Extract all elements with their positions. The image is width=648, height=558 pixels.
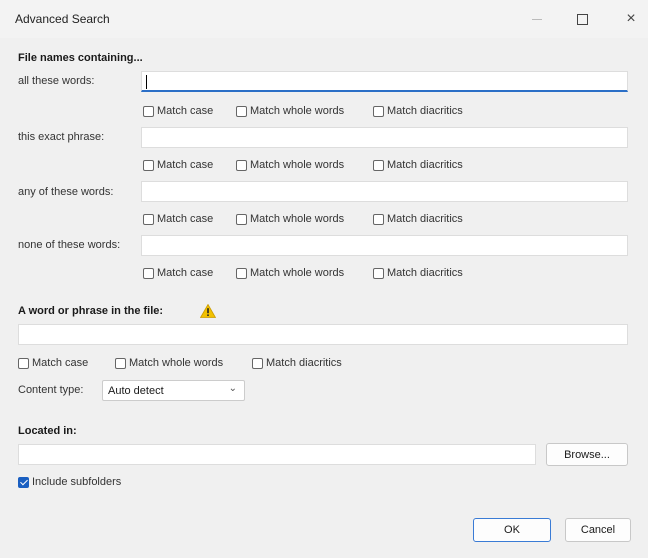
all-words-input[interactable] bbox=[141, 71, 628, 92]
any-words-match-whole-words[interactable]: Match whole words bbox=[236, 211, 344, 227]
close-icon: × bbox=[626, 10, 636, 27]
maximize-icon bbox=[576, 13, 588, 25]
content-match-whole-words[interactable]: Match whole words bbox=[115, 355, 223, 371]
location-input[interactable] bbox=[18, 444, 536, 465]
checkbox bbox=[236, 213, 247, 225]
checkbox bbox=[252, 357, 263, 369]
title-bar: Advanced Search × bbox=[0, 0, 648, 38]
close-button[interactable]: × bbox=[620, 8, 642, 30]
located-in-heading: Located in: bbox=[18, 425, 77, 437]
content-type-label: Content type: bbox=[18, 384, 84, 396]
checkbox bbox=[236, 267, 247, 279]
checkbox bbox=[143, 105, 154, 117]
checkbox bbox=[143, 213, 154, 225]
any-words-input[interactable] bbox=[141, 181, 628, 202]
all-words-match-case[interactable]: Match case bbox=[143, 103, 213, 119]
none-words-match-diacritics[interactable]: Match diacritics bbox=[373, 265, 463, 281]
ok-button[interactable]: OK bbox=[473, 518, 551, 542]
none-words-match-case[interactable]: Match case bbox=[143, 265, 213, 281]
exact-phrase-input[interactable] bbox=[141, 127, 628, 148]
checkbox bbox=[373, 213, 384, 225]
checkbox bbox=[373, 105, 384, 117]
cancel-button[interactable]: Cancel bbox=[565, 518, 631, 542]
checkbox bbox=[236, 105, 247, 117]
any-words-match-case[interactable]: Match case bbox=[143, 211, 213, 227]
checkbox bbox=[143, 159, 154, 171]
exact-phrase-match-case[interactable]: Match case bbox=[143, 157, 213, 173]
content-heading: A word or phrase in the file: bbox=[18, 305, 164, 317]
window-title: Advanced Search bbox=[15, 12, 110, 26]
none-words-input[interactable] bbox=[141, 235, 628, 256]
content-type-select[interactable]: Auto detect ⌄ bbox=[102, 380, 245, 401]
warning-icon bbox=[200, 304, 216, 318]
exact-phrase-match-diacritics[interactable]: Match diacritics bbox=[373, 157, 463, 173]
chevron-down-icon: ⌄ bbox=[228, 383, 237, 394]
checkbox bbox=[18, 357, 29, 369]
maximize-button[interactable] bbox=[571, 8, 593, 30]
content-phrase-input[interactable] bbox=[18, 324, 628, 345]
file-names-heading: File names containing... bbox=[18, 52, 143, 64]
checkbox bbox=[115, 357, 126, 369]
checkbox bbox=[236, 159, 247, 171]
all-words-label: all these words: bbox=[18, 75, 95, 87]
browse-button[interactable]: Browse... bbox=[546, 443, 628, 466]
content-type-value: Auto detect bbox=[108, 385, 164, 397]
exact-phrase-label: this exact phrase: bbox=[18, 131, 105, 143]
include-subfolders-checkbox[interactable]: Include subfolders bbox=[18, 474, 121, 490]
any-words-match-diacritics[interactable]: Match diacritics bbox=[373, 211, 463, 227]
none-words-match-whole-words[interactable]: Match whole words bbox=[236, 265, 344, 281]
checkbox-checked bbox=[18, 476, 29, 488]
all-words-match-diacritics[interactable]: Match diacritics bbox=[373, 103, 463, 119]
checkbox bbox=[373, 267, 384, 279]
any-words-label: any of these words: bbox=[18, 186, 114, 198]
content-match-diacritics[interactable]: Match diacritics bbox=[252, 355, 342, 371]
checkbox bbox=[373, 159, 384, 171]
none-words-label: none of these words: bbox=[18, 239, 121, 251]
content-match-case[interactable]: Match case bbox=[18, 355, 88, 371]
checkbox bbox=[143, 267, 154, 279]
minimize-icon bbox=[532, 18, 542, 20]
text-caret bbox=[146, 75, 147, 89]
minimize-button[interactable] bbox=[526, 8, 548, 30]
all-words-match-whole-words[interactable]: Match whole words bbox=[236, 103, 344, 119]
exact-phrase-match-whole-words[interactable]: Match whole words bbox=[236, 157, 344, 173]
